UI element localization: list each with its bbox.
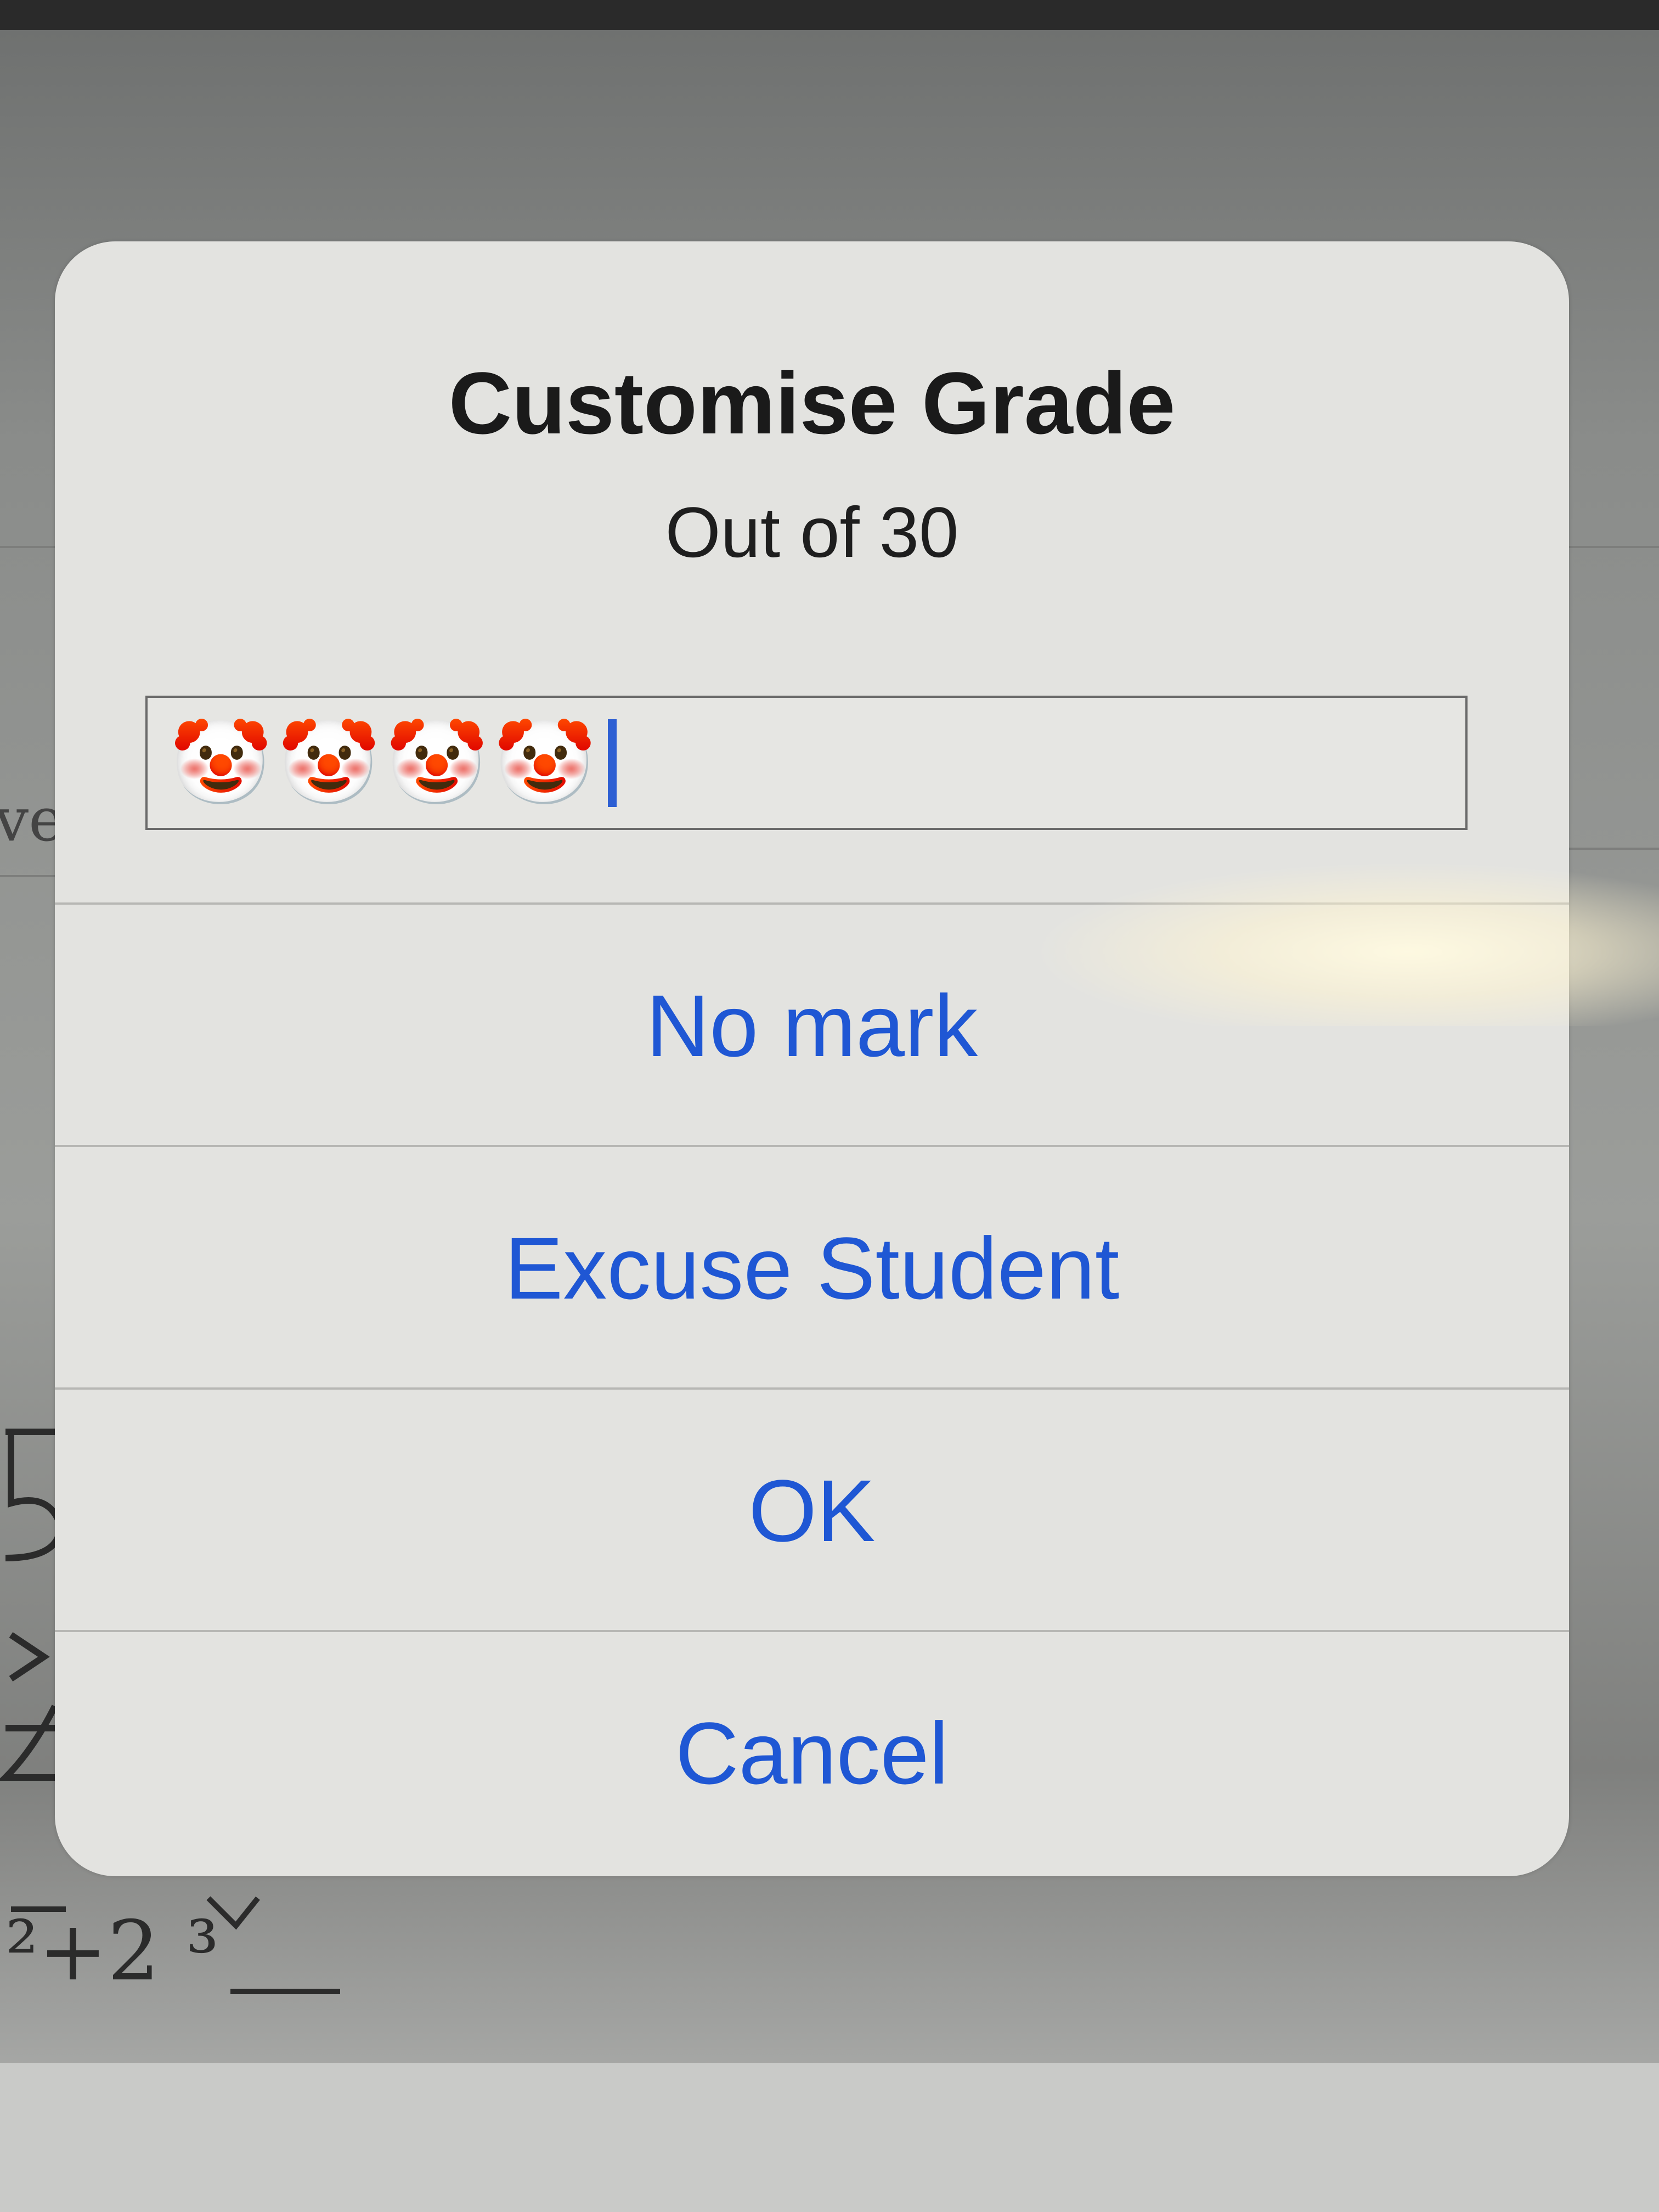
grade-input-value: 🤡🤡🤡🤡: [170, 715, 602, 811]
text-caret: [608, 719, 617, 807]
ok-button[interactable]: OK: [55, 1387, 1569, 1632]
background-lower-panel: [0, 2063, 1659, 2212]
excuse-student-button[interactable]: Excuse Student: [55, 1145, 1569, 1390]
screen: ve ²+2 ³ Customise Grade Out of 30 🤡🤡🤡🤡 …: [0, 0, 1659, 2212]
grade-input[interactable]: 🤡🤡🤡🤡: [145, 696, 1468, 830]
customise-grade-dialog: Customise Grade Out of 30 🤡🤡🤡🤡 No mark E…: [55, 241, 1569, 1876]
dialog-subtitle: Out of 30: [665, 492, 959, 572]
top-bezel: [0, 0, 1659, 30]
dialog-title: Customise Grade: [448, 354, 1176, 452]
cancel-button[interactable]: Cancel: [55, 1630, 1569, 1875]
background-divider: [0, 546, 60, 548]
background-handwriting: [11, 1896, 340, 1994]
background-divider: [1569, 848, 1659, 850]
no-mark-button[interactable]: No mark: [55, 902, 1569, 1147]
background-divider: [1569, 546, 1659, 548]
background-divider: [0, 875, 60, 877]
